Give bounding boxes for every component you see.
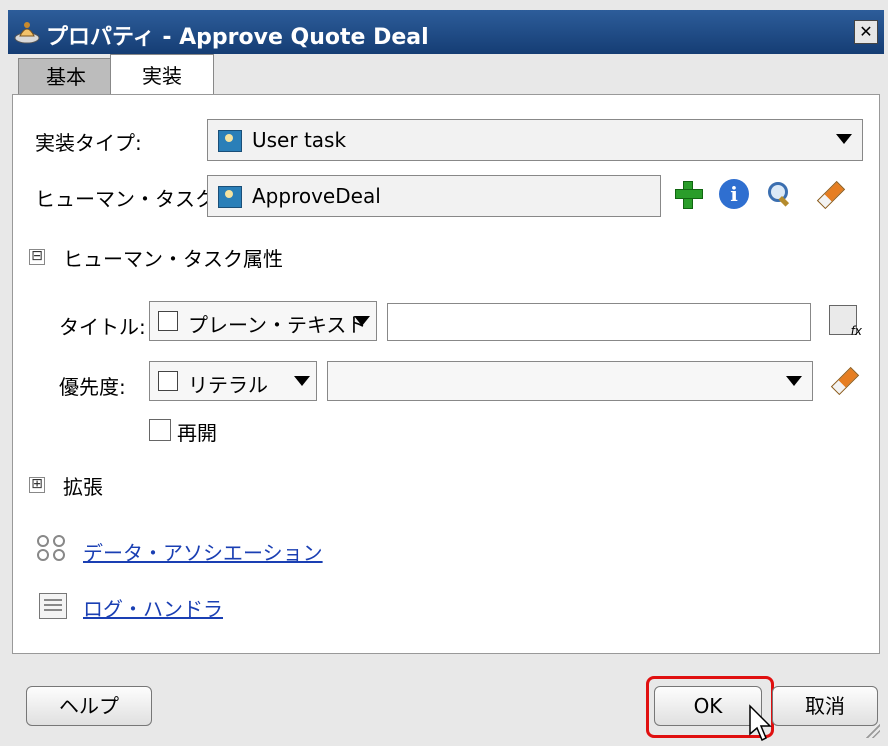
tab-basic[interactable]: 基本 xyxy=(18,58,114,94)
human-task-value: ApproveDeal xyxy=(252,184,381,208)
tab-implementation[interactable]: 実装 xyxy=(110,54,214,94)
title-bar[interactable]: プロパティ - Approve Quote Deal ✕ xyxy=(8,10,884,54)
info-icon[interactable]: i xyxy=(719,179,749,209)
title-mode-select[interactable]: プレーン・テキスト xyxy=(149,301,377,341)
chevron-down-icon xyxy=(294,376,310,386)
implementation-type-value: User task xyxy=(252,128,347,152)
priority-mode-select[interactable]: リテラル xyxy=(149,361,317,401)
reopen-checkbox[interactable] xyxy=(149,419,171,441)
search-icon[interactable] xyxy=(765,179,795,209)
user-task-icon xyxy=(218,186,242,208)
text-mode-icon xyxy=(158,311,178,331)
reopen-label: 再開 xyxy=(177,421,217,445)
properties-dialog: プロパティ - Approve Quote Deal ✕ 基本 実装 実装タイプ… xyxy=(0,0,888,746)
title-label: タイトル: xyxy=(59,315,146,339)
implementation-panel: 実装タイプ: User task ヒューマン・タスク: ApproveDeal … xyxy=(12,94,880,654)
literal-mode-icon xyxy=(158,371,178,391)
cancel-button[interactable]: 取消 xyxy=(772,686,878,726)
ok-button[interactable]: OK xyxy=(654,686,762,726)
implementation-type-label: 実装タイプ: xyxy=(35,131,142,155)
priority-mode-value: リテラル xyxy=(188,373,268,397)
human-task-label: ヒューマン・タスク: xyxy=(35,187,222,211)
implementation-type-select[interactable]: User task xyxy=(207,119,863,161)
log-handler-icon xyxy=(39,593,67,619)
eraser-icon[interactable] xyxy=(827,365,857,395)
add-icon[interactable] xyxy=(673,179,703,209)
user-task-icon xyxy=(218,130,242,152)
extensions-header: 拡張 xyxy=(63,475,103,499)
chevron-down-icon xyxy=(836,134,852,144)
priority-label: 優先度: xyxy=(59,375,126,399)
chevron-down-icon xyxy=(786,376,802,386)
priority-value-select[interactable] xyxy=(327,361,813,401)
expression-builder-icon[interactable] xyxy=(829,305,862,338)
window-title: プロパティ - Approve Quote Deal xyxy=(46,25,429,50)
app-icon xyxy=(14,22,40,44)
mouse-cursor-icon xyxy=(749,704,772,742)
chevron-down-icon xyxy=(354,316,370,326)
log-handler-link[interactable]: ログ・ハンドラ xyxy=(83,593,223,622)
help-button[interactable]: ヘルプ xyxy=(26,686,152,726)
human-task-attributes-header: ヒューマン・タスク属性 xyxy=(63,247,283,271)
title-input[interactable] xyxy=(387,303,811,341)
close-icon[interactable]: ✕ xyxy=(854,20,878,44)
expand-icon[interactable]: ⊞ xyxy=(29,477,45,493)
data-association-link[interactable]: データ・アソシエーション xyxy=(83,537,323,566)
collapse-icon[interactable]: ⊟ xyxy=(29,249,45,265)
human-task-field[interactable]: ApproveDeal xyxy=(207,175,661,217)
resize-grip-icon[interactable] xyxy=(866,724,880,738)
data-association-icon xyxy=(37,535,67,563)
title-mode-value: プレーン・テキスト xyxy=(188,313,367,337)
eraser-icon[interactable] xyxy=(813,179,843,209)
